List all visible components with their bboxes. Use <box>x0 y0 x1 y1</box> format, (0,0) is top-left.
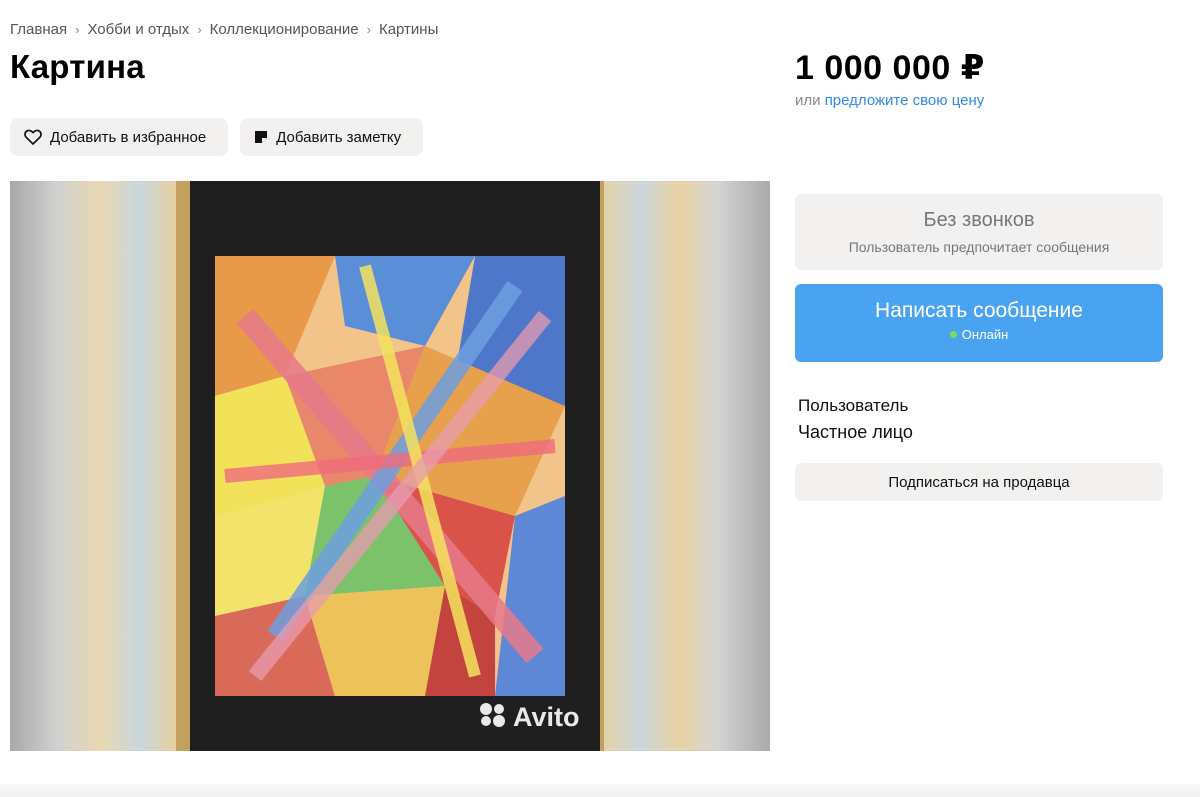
watermark-text: Avito <box>513 702 580 732</box>
avito-watermark: Avito <box>478 701 580 734</box>
offer-price-link[interactable]: предложите свою цену <box>825 92 985 109</box>
breadcrumb-collecting[interactable]: Коллекционирование <box>210 21 359 38</box>
no-calls-title: Без звонков <box>923 209 1035 231</box>
page-title: Картина <box>10 48 145 85</box>
listing-photo[interactable]: Avito <box>10 181 770 751</box>
add-to-favorites-label: Добавить в избранное <box>50 128 207 146</box>
seller-type: Частное лицо <box>798 422 913 442</box>
seller-name[interactable]: Пользователь <box>798 396 908 416</box>
online-dot-icon <box>949 331 957 338</box>
add-to-favorites-button[interactable]: Добавить в избранное <box>10 118 229 156</box>
add-note-label: Добавить заметку <box>276 128 402 146</box>
online-status-label: Онлайн <box>961 327 1009 342</box>
subscribe-seller-button[interactable]: Подписаться на продавца <box>795 463 1163 501</box>
breadcrumb-paintings[interactable]: Картины <box>379 21 438 38</box>
listing-actions: Добавить в избранное Добавить заметку <box>10 118 424 156</box>
no-calls-subtitle: Пользователь предпочитает сообщения <box>848 239 1110 255</box>
offer-prefix: или <box>795 92 821 109</box>
chevron-right-icon: › <box>366 22 371 37</box>
avito-logo-icon <box>478 701 508 734</box>
breadcrumb-home[interactable]: Главная <box>10 21 67 38</box>
price-offer: или предложите свою цену <box>795 92 984 109</box>
note-icon <box>254 130 268 144</box>
online-status: Онлайн <box>795 327 1163 342</box>
breadcrumb-hobby[interactable]: Хобби и отдых <box>87 21 189 38</box>
chevron-right-icon: › <box>197 22 202 37</box>
write-message-label: Написать сообщение <box>875 299 1083 322</box>
breadcrumb: Главная › Хобби и отдых › Коллекциониров… <box>10 21 438 38</box>
chevron-right-icon: › <box>75 22 80 37</box>
painting-artwork <box>215 256 565 696</box>
heart-icon <box>24 129 42 145</box>
price: 1 000 000 ₽ <box>795 49 985 87</box>
no-calls-notice: Без звонков Пользователь предпочитает со… <box>795 194 1163 270</box>
write-message-button[interactable]: Написать сообщение Онлайн <box>795 284 1163 362</box>
add-note-button[interactable]: Добавить заметку <box>240 118 424 156</box>
page-bottom-divider <box>0 784 1200 797</box>
